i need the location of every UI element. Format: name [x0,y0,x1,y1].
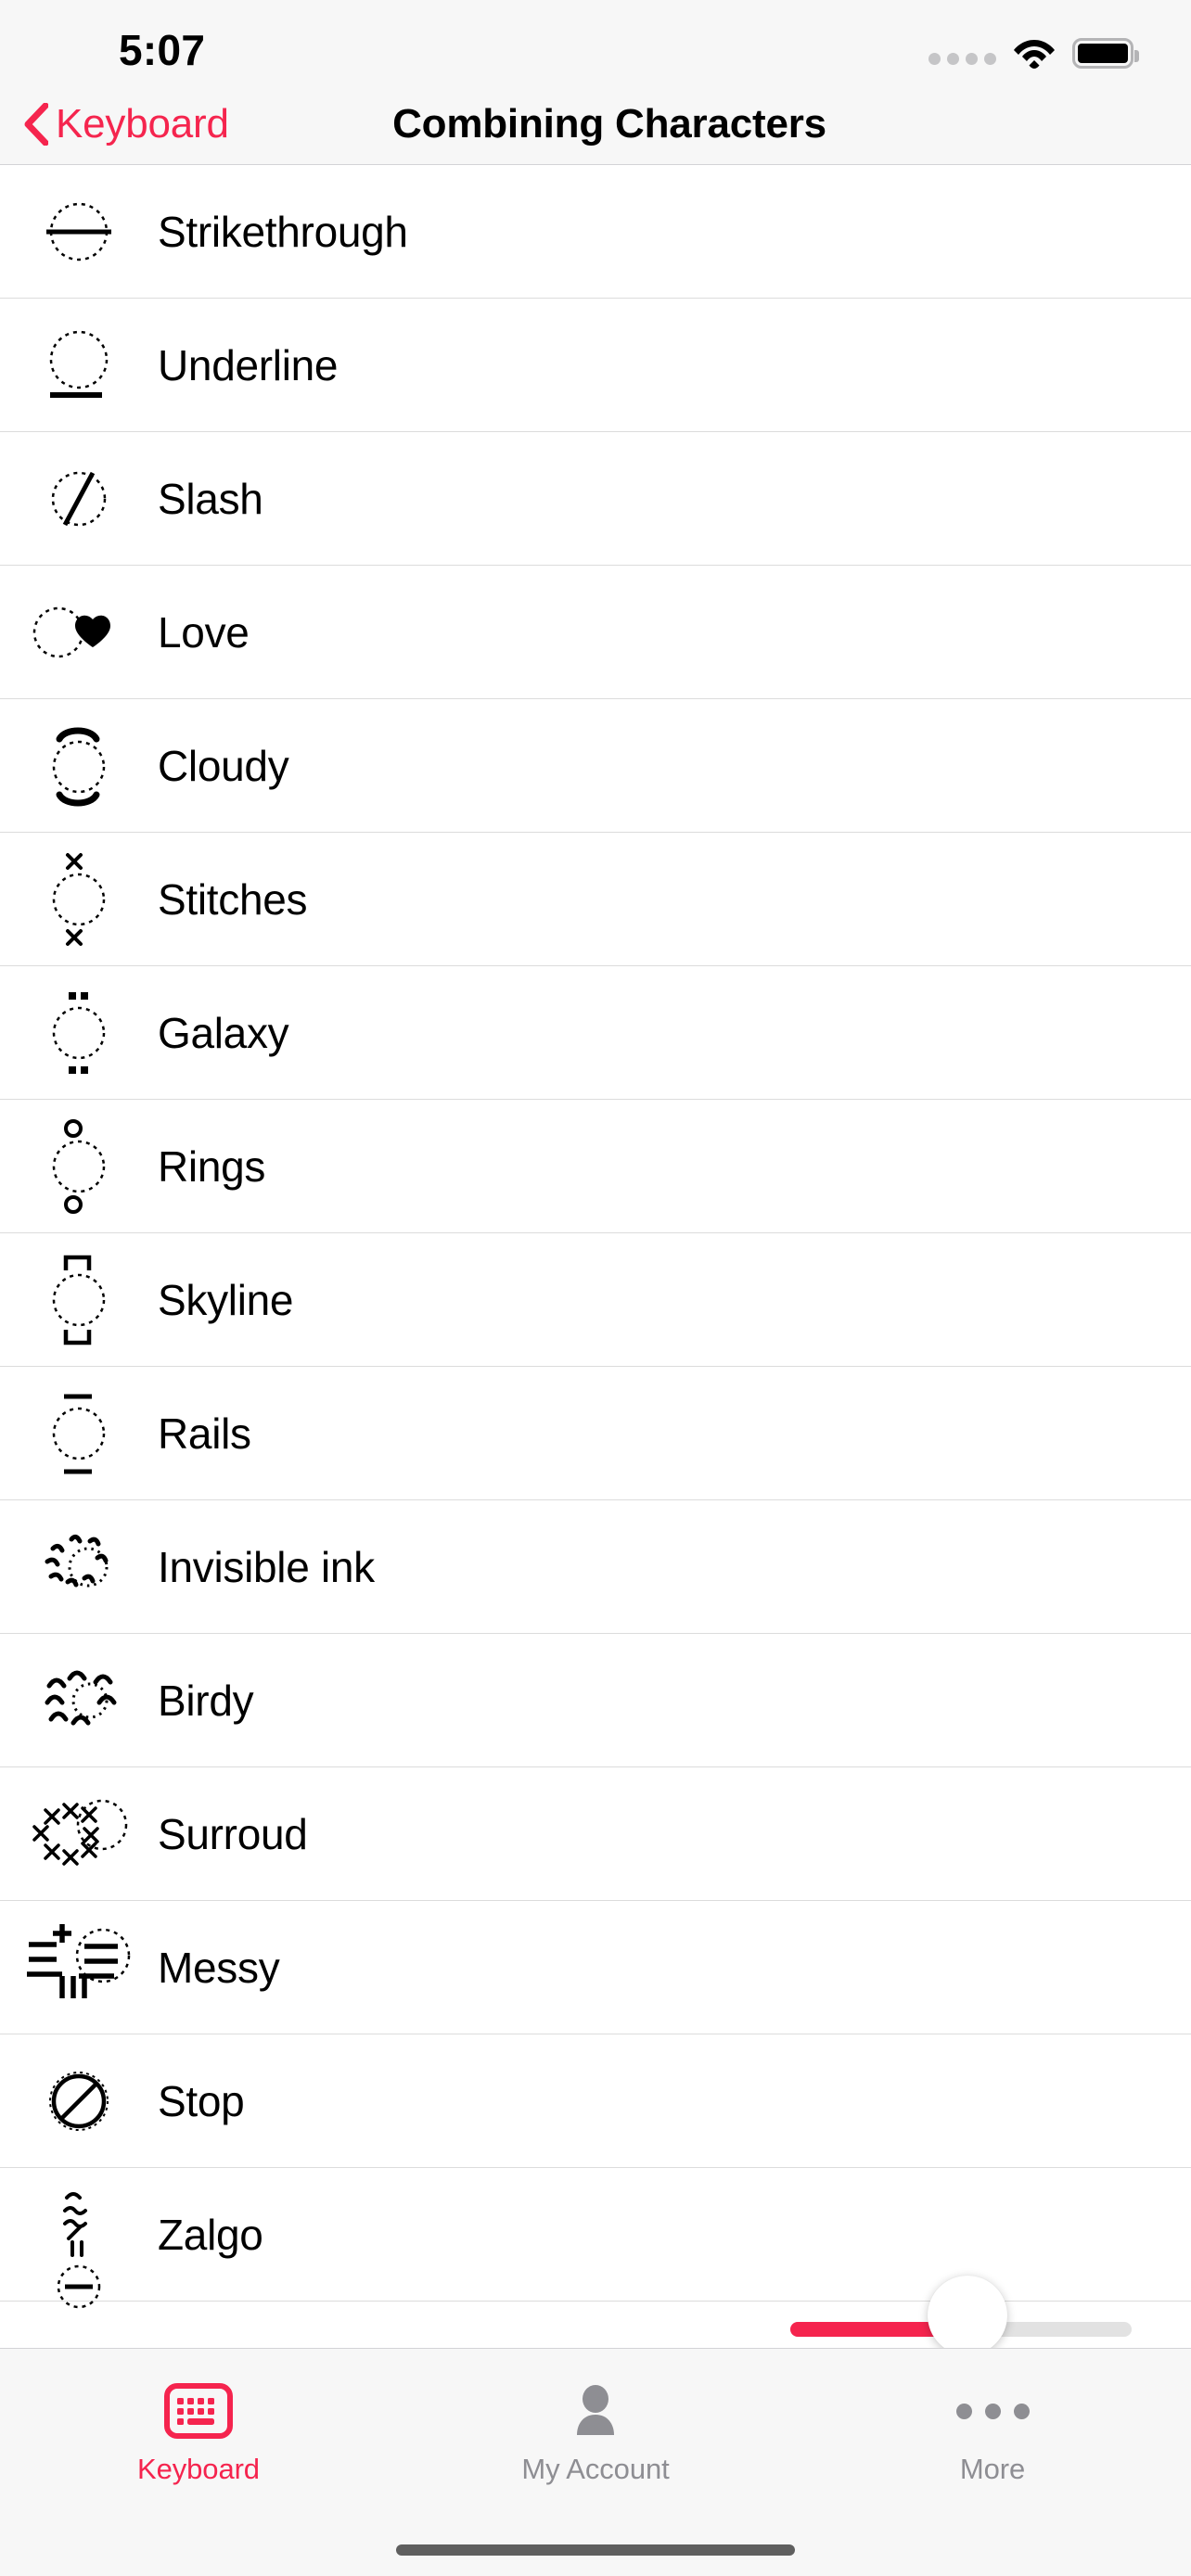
combining-macron-glyph [0,1367,158,1500]
list-item[interactable]: Strikethrough [0,165,1191,299]
combining-double-dots-glyph [0,966,158,1100]
person-icon [566,2375,625,2447]
list-item-label: Surroud [158,1809,308,1858]
status-bar-time: 5:07 [119,26,206,74]
tab-bar: Keyboard My Account More [0,2348,1191,2576]
list-item[interactable]: Skyline [0,1233,1191,1367]
list-item[interactable]: Stitches [0,833,1191,966]
tab-keyboard[interactable]: Keyboard [0,2349,397,2486]
list-item[interactable]: Messy [0,1901,1191,2034]
list-item[interactable]: Invisible ink [0,1500,1191,1634]
list-item-label: Slash [158,474,263,523]
list-item[interactable]: Birdy [0,1634,1191,1767]
combining-messy-glyph [0,1901,158,2034]
combining-brackets-glyph [0,1233,158,1367]
list-item-label: Love [158,607,250,657]
list-item[interactable]: Galaxy [0,966,1191,1100]
status-bar: 5:07 [0,0,1191,83]
list-item-label: Skyline [158,1275,294,1324]
tab-more-label: More [959,2453,1026,2485]
chevron-left-icon [24,102,48,146]
combining-rings-glyph [0,1100,158,1233]
battery-full-icon [1072,38,1139,69]
navigation-bar: Keyboard Combining Characters [0,83,1191,165]
list-item-label: Zalgo [158,2210,263,2259]
combining-prohibition-glyph [0,2034,158,2168]
list-item[interactable]: Slash [0,432,1191,566]
combining-arcs-glyph [0,699,158,833]
list-item-label: Stitches [158,874,308,924]
list-item-label: Rails [158,1409,251,1458]
combining-breve-cluster-glyph [0,1634,158,1767]
ellipsis-icon [955,2375,1030,2447]
tab-keyboard-label: Keyboard [137,2453,260,2485]
tab-my-account[interactable]: My Account [397,2349,794,2486]
combining-slash-glyph [0,432,158,566]
list-item[interactable]: Love [0,566,1191,699]
list-item[interactable]: Cloudy [0,699,1191,833]
list-item[interactable]: Surroud [0,1767,1191,1901]
back-button[interactable]: Keyboard [24,101,229,147]
combining-zalgo-glyph [0,2168,158,2309]
list-item-label: Stop [158,2076,245,2125]
tab-my-account-label: My Account [521,2453,670,2485]
combining-underline-glyph [0,299,158,432]
combining-x-above-below-glyph [0,833,158,966]
list-item[interactable]: Stop [0,2034,1191,2168]
app-screen: 5:07 Keyboard Combining Characters Strik… [0,0,1191,2576]
list-item-label: Messy [158,1943,280,1992]
combining-characters-list[interactable]: Strikethrough Underline Slash Love Cloud… [0,165,1191,2348]
list-item[interactable]: Underline [0,299,1191,432]
slider-knob[interactable] [928,2276,1007,2348]
list-item-label: Cloudy [158,741,289,790]
combining-heart-glyph [0,566,158,699]
list-item[interactable]: Rings [0,1100,1191,1233]
wifi-icon [1014,40,1055,69]
intensity-slider[interactable] [790,2276,1132,2348]
combining-sparkle-glyph [0,1500,158,1634]
combining-strikethrough-glyph [0,165,158,299]
back-button-label: Keyboard [56,100,229,147]
status-bar-indicators [928,37,1139,69]
home-indicator[interactable] [396,2544,795,2556]
list-item-label: Rings [158,1141,266,1191]
list-item-label: Galaxy [158,1008,289,1057]
keyboard-icon [164,2375,233,2447]
list-item[interactable]: Zalgo [0,2168,1191,2309]
list-item[interactable]: Rails [0,1367,1191,1500]
combining-x-cluster-glyph [0,1767,158,1901]
list-item-label: Strikethrough [158,207,408,256]
tab-more[interactable]: More [794,2349,1191,2486]
list-item-label: Underline [158,340,339,389]
cellular-dots-icon [928,53,996,65]
list-item-label: Invisible ink [158,1542,375,1591]
list-item-label: Birdy [158,1676,254,1725]
